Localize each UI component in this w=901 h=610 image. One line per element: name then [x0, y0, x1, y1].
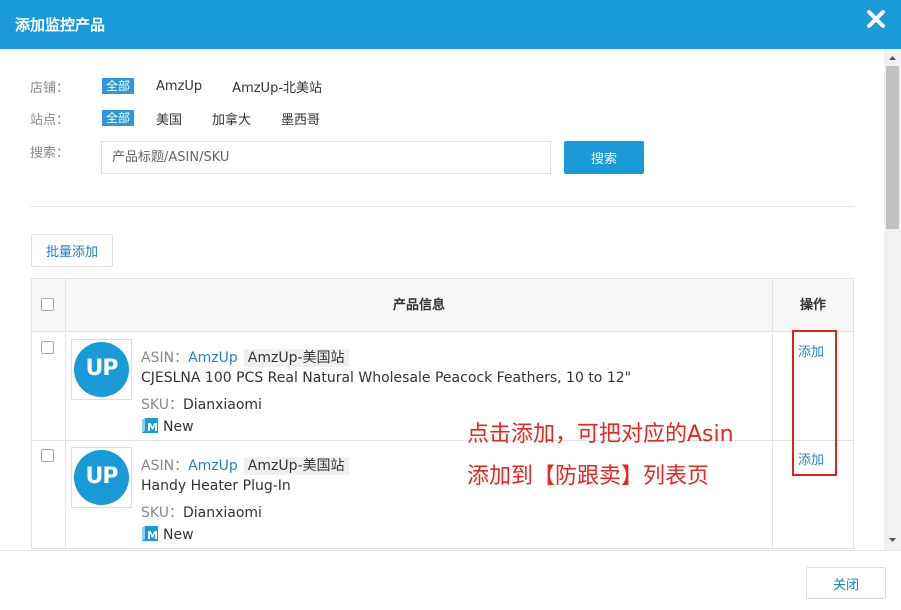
search-row: 搜索： — [30, 141, 102, 161]
close-button[interactable]: 关闭 — [806, 567, 886, 599]
search-input[interactable] — [101, 141, 551, 174]
scroll-up-arrow-icon[interactable] — [884, 53, 901, 63]
asin-label: ASIN： — [141, 350, 189, 366]
sku-value: Dianxiaomi — [182, 397, 262, 413]
row-checkbox-cell — [32, 333, 66, 441]
logo-text: UP — [85, 464, 119, 489]
sku-label: SKU： — [141, 505, 183, 521]
asin-label: ASIN： — [141, 458, 189, 474]
asin-line: ASIN：AmzUp AmzUp-美国站 — [141, 347, 349, 367]
condition-line: M New — [141, 525, 194, 543]
search-button[interactable]: 搜索 — [564, 141, 644, 174]
store-option-amzup[interactable]: AmzUp — [156, 79, 202, 94]
condition-icon-letter: M — [147, 421, 158, 434]
scroll-down-arrow-icon[interactable] — [884, 535, 901, 545]
sku-value: Dianxiaomi — [182, 505, 262, 521]
store-filter-label: 店铺： — [30, 80, 70, 96]
close-icon[interactable] — [863, 6, 889, 32]
product-thumbnail: UP — [71, 339, 132, 400]
condition-line: M New — [141, 417, 194, 435]
header-checkbox-cell — [32, 279, 66, 332]
asin-link[interactable]: AmzUp — [188, 350, 238, 366]
annotation-line-2: 添加到【防跟卖】列表页 — [467, 464, 710, 489]
product-title: Handy Heater Plug-In — [141, 478, 291, 494]
sku-line: SKU：Dianxiaomi — [141, 394, 262, 414]
row-checkbox-cell — [32, 441, 66, 549]
row-checkbox[interactable] — [41, 341, 54, 354]
dialog-titlebar: 添加监控产品 — [0, 0, 901, 49]
marketplace-m-icon: M — [142, 526, 158, 542]
header-action: 操作 — [799, 298, 826, 313]
site-option-us[interactable]: 美国 — [156, 109, 182, 128]
header-product-info: 产品信息 — [66, 279, 773, 332]
condition-text: New — [163, 419, 194, 435]
table-row: UP ASIN：AmzUp AmzUp-美国站 Handy Heater Plug… — [32, 441, 853, 549]
sku-line: SKU：Dianxiaomi — [141, 502, 262, 522]
site-filter: 站点： 全部 美国 加拿大 墨西哥 — [30, 108, 350, 128]
product-title: CJESLNA 100 PCS Real Natural Wholesale P… — [141, 370, 632, 386]
asin-line: ASIN：AmzUp AmzUp-美国站 — [141, 455, 349, 475]
store-option-all[interactable]: 全部 — [102, 78, 135, 94]
store-tag: AmzUp-美国站 — [243, 349, 349, 367]
table-header: 产品信息 操作 — [32, 279, 853, 332]
logo-text: UP — [85, 356, 119, 381]
store-option-amzup-na[interactable]: AmzUp-北美站 — [232, 77, 322, 96]
dialog-footer: 关闭 — [0, 550, 901, 610]
annotation-highlight-box — [792, 330, 837, 476]
condition-text: New — [163, 527, 194, 543]
site-option-ca[interactable]: 加拿大 — [212, 109, 251, 128]
product-thumbnail: UP — [71, 447, 132, 508]
condition-icon-letter: M — [147, 529, 158, 542]
asin-link[interactable]: AmzUp — [188, 458, 238, 474]
dialog-body: 店铺： 全部 AmzUp AmzUp-北美站 站点： 全部 美国 加拿大 墨西哥… — [0, 49, 884, 549]
site-filter-label: 站点： — [30, 112, 70, 128]
store-tag: AmzUp-美国站 — [243, 457, 349, 475]
divider — [30, 206, 854, 207]
site-option-all[interactable]: 全部 — [102, 110, 135, 126]
amzup-logo-icon: UP — [74, 450, 129, 505]
sku-label: SKU： — [141, 397, 183, 413]
row-checkbox[interactable] — [41, 449, 54, 462]
annotation-line-1: 点击添加，可把对应的Asin — [467, 422, 734, 447]
marketplace-m-icon: M — [142, 418, 158, 434]
scroll-thumb[interactable] — [886, 66, 899, 229]
vertical-scrollbar[interactable] — [884, 49, 901, 550]
product-table: 产品信息 操作 UP ASIN：AmzUp AmzUp-美国站 CJESLNA 1… — [31, 278, 854, 549]
search-label: 搜索： — [30, 145, 70, 161]
site-option-mx[interactable]: 墨西哥 — [281, 109, 320, 128]
amzup-logo-icon: UP — [74, 342, 129, 397]
store-filter: 店铺： 全部 AmzUp AmzUp-北美站 — [30, 76, 352, 96]
batch-add-button[interactable]: 批量添加 — [31, 234, 113, 267]
select-all-checkbox[interactable] — [41, 298, 54, 311]
dialog-title: 添加监控产品 — [15, 16, 106, 34]
